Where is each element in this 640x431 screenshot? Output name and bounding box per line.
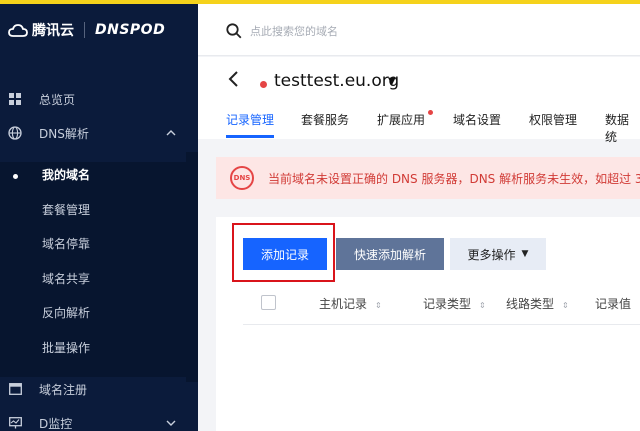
active-tab-indicator xyxy=(226,135,274,138)
tab-permissions[interactable]: 权限管理 xyxy=(529,111,577,131)
sidebar: 腾讯云 DNSPOD 总览页 DNS解析 我的域名 套餐管理 域名停靠 域名共享… xyxy=(0,4,198,431)
back-arrow-icon[interactable] xyxy=(228,71,240,92)
quick-add-button[interactable]: 快速添加解析 xyxy=(336,238,444,270)
sort-icon: ⇕ xyxy=(479,301,486,310)
caret-down-icon: ▼ xyxy=(521,249,529,259)
sidebar-item-register[interactable]: 域名注册 xyxy=(0,372,198,406)
sidebar-scroll-area[interactable] xyxy=(186,152,198,382)
column-label: 记录值 xyxy=(595,297,632,311)
sidebar-subitem-packages[interactable]: 套餐管理 xyxy=(42,200,90,220)
search-bar xyxy=(198,4,640,56)
search-icon[interactable] xyxy=(226,23,242,39)
sidebar-item-monitor[interactable]: D监控 xyxy=(0,406,198,431)
sidebar-item-overview[interactable]: 总览页 xyxy=(0,82,198,116)
window-icon xyxy=(8,382,22,396)
dns-submenu xyxy=(0,162,186,377)
sidebar-subitem-domain-sharing[interactable]: 域名共享 xyxy=(42,269,90,289)
dns-warning-banner: DNS 当前域名未设置正确的 DNS 服务器，DNS 解析服务未生效，如超过 3 xyxy=(216,157,640,199)
highlight-box xyxy=(232,223,335,282)
chevron-up-icon xyxy=(166,126,176,140)
tab-packages[interactable]: 套餐服务 xyxy=(301,111,349,131)
domain-header: testtest.eu.org ▼ 记录管理 套餐服务 扩展应用 域名设置 权限… xyxy=(198,57,640,144)
brand-divider xyxy=(84,22,85,38)
column-label: 记录类型 xyxy=(423,297,472,311)
monitor-icon xyxy=(8,416,22,430)
sidebar-subitem-my-domains[interactable]: 我的域名 xyxy=(42,165,90,185)
notification-dot-icon xyxy=(428,110,433,115)
sidebar-item-label: D监控 xyxy=(39,416,73,431)
status-dot-icon xyxy=(260,81,267,88)
column-line[interactable]: 线路类型 ⇕ xyxy=(506,295,569,312)
alert-text: 当前域名未设置正确的 DNS 服务器，DNS 解析服务未生效，如超过 3 xyxy=(268,172,640,186)
brand-logo[interactable]: 腾讯云 DNSPOD xyxy=(0,4,198,56)
more-actions-button[interactable]: 更多操作 ▼ xyxy=(450,238,546,270)
sidebar-subitem-reverse-dns[interactable]: 反向解析 xyxy=(42,303,90,323)
column-host[interactable]: 主机记录 ⇕ xyxy=(319,295,382,312)
column-type[interactable]: 记录类型 ⇕ xyxy=(423,295,486,312)
sidebar-item-label: 域名注册 xyxy=(39,382,88,397)
domain-title[interactable]: testtest.eu.org xyxy=(274,71,399,91)
tab-statistics[interactable]: 数据统 xyxy=(605,111,640,144)
column-label: 线路类型 xyxy=(506,297,555,311)
column-label: 主机记录 xyxy=(319,297,368,311)
grid-icon xyxy=(8,92,22,106)
cloud-logo-icon xyxy=(8,24,28,37)
sidebar-subitem-batch-ops[interactable]: 批量操作 xyxy=(42,338,90,358)
sidebar-item-label: DNS解析 xyxy=(39,126,89,141)
select-all-checkbox[interactable] xyxy=(261,295,276,310)
brand-dnspod-text: DNSPOD xyxy=(95,22,166,38)
tab-extensions[interactable]: 扩展应用 xyxy=(377,111,425,131)
tab-records[interactable]: 记录管理 xyxy=(226,111,274,131)
chevron-down-icon xyxy=(166,416,176,430)
caret-down-icon[interactable]: ▼ xyxy=(388,76,396,87)
brand-tencent-text: 腾讯云 xyxy=(32,23,74,39)
main-content: testtest.eu.org ▼ 记录管理 套餐服务 扩展应用 域名设置 权限… xyxy=(198,4,640,431)
records-card: 添加记录 快速添加解析 更多操作 ▼ 主机记录 ⇕ 记录类型 ⇕ 线路类型 ⇕ 记录值 xyxy=(216,217,640,431)
tab-domain-settings[interactable]: 域名设置 xyxy=(453,111,501,131)
sidebar-item-dns[interactable]: DNS解析 xyxy=(0,116,198,150)
dns-warning-icon: DNS xyxy=(230,166,254,190)
active-dot-icon xyxy=(13,174,18,179)
table-header: 主机记录 ⇕ 记录类型 ⇕ 线路类型 ⇕ 记录值 xyxy=(243,291,640,325)
sidebar-item-label: 总览页 xyxy=(39,92,76,107)
more-actions-label: 更多操作 xyxy=(467,247,516,262)
globe-icon xyxy=(8,126,22,140)
sort-icon: ⇕ xyxy=(375,301,382,310)
column-value[interactable]: 记录值 xyxy=(595,295,631,312)
sort-icon: ⇕ xyxy=(562,301,569,310)
search-input[interactable] xyxy=(250,20,550,42)
sidebar-subitem-domain-parking[interactable]: 域名停靠 xyxy=(42,234,90,254)
